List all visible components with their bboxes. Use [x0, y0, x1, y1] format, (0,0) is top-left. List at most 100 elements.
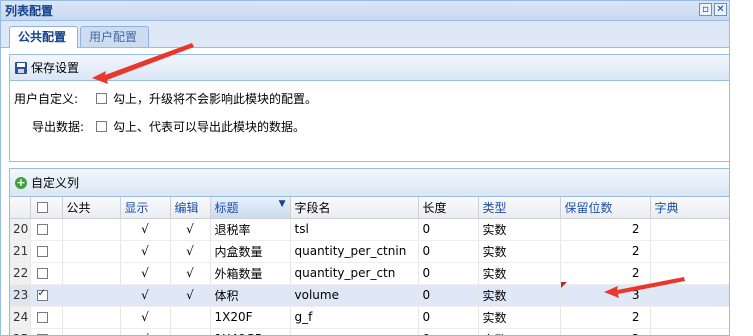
row-number: 25: [10, 328, 31, 335]
cell-type[interactable]: 实数: [478, 328, 561, 335]
cell-dict[interactable]: [650, 328, 729, 335]
row-select-checkbox[interactable]: [36, 268, 48, 279]
cell-edit[interactable]: √: [170, 284, 211, 307]
row-checkbox[interactable]: [30, 240, 63, 263]
save-settings-label: 保存设置: [31, 61, 80, 75]
cell-title[interactable]: 外箱数量: [210, 262, 291, 285]
export-data-label: 导出数据:: [31, 120, 84, 134]
cell-length[interactable]: 0: [418, 240, 479, 263]
cell-length[interactable]: 0: [418, 306, 479, 329]
cell-type[interactable]: 实数: [478, 284, 561, 307]
row-checkbox[interactable]: [30, 284, 63, 307]
cell-show[interactable]: √: [120, 240, 171, 263]
row-checkbox[interactable]: [30, 306, 63, 329]
row-number: 22: [10, 262, 31, 285]
row-number: 24: [10, 306, 31, 329]
row-checkbox[interactable]: [30, 328, 63, 335]
cell-title[interactable]: 退税率: [210, 218, 291, 241]
row-checkbox[interactable]: [30, 262, 63, 285]
save-settings-button[interactable]: 保存设置: [15, 59, 79, 76]
cell-decimals[interactable]: 2: [560, 328, 651, 335]
floppy-disk-icon: [15, 61, 27, 74]
cell-show[interactable]: √: [120, 262, 171, 285]
maximize-icon[interactable]: ▫: [699, 3, 712, 16]
header-rownum: [10, 197, 31, 219]
header-type[interactable]: 类型: [478, 197, 561, 219]
cell-length[interactable]: 0: [418, 284, 479, 307]
window-title-bar: 列表配置 ▫ ✕: [1, 1, 729, 21]
cell-show[interactable]: √: [120, 306, 171, 329]
table-row[interactable]: 24 √ 1X20F g_f 0 实数 2: [10, 306, 729, 329]
custom-columns-header[interactable]: + 自定义列: [10, 169, 729, 197]
cell-length[interactable]: 0: [418, 218, 479, 241]
header-decimals[interactable]: 保留位数: [560, 197, 651, 219]
cell-show[interactable]: √: [120, 218, 171, 241]
sort-dropdown-icon[interactable]: ▼: [279, 199, 286, 209]
cell-type[interactable]: 实数: [478, 240, 561, 263]
cell-field[interactable]: g_gp: [290, 328, 419, 335]
cell-dict[interactable]: [650, 240, 729, 263]
export-data-text: 勾上、代表可以导出此模块的数据。: [113, 120, 306, 134]
tab-public-config[interactable]: 公共配置: [9, 26, 78, 48]
header-dict[interactable]: 字典: [650, 197, 729, 219]
cell-field[interactable]: g_f: [290, 306, 419, 329]
add-circle-icon: +: [15, 175, 27, 189]
row-select-checkbox[interactable]: [36, 312, 48, 323]
cell-type[interactable]: 实数: [478, 218, 561, 241]
window-title: 列表配置: [5, 4, 54, 18]
export-data-checkbox[interactable]: [96, 121, 107, 132]
cell-field[interactable]: tsl: [290, 218, 419, 241]
columns-grid: 公共 显示 编辑 标题 ▼ 字段名 长度 类型 保留位数 字典 20 √ √ 退税率 t…: [10, 197, 729, 335]
cell-field[interactable]: quantity_per_ctn: [290, 262, 419, 285]
cell-dict[interactable]: [650, 218, 729, 241]
close-icon[interactable]: ✕: [714, 3, 727, 16]
cell-field[interactable]: quantity_per_ctnin: [290, 240, 419, 263]
cell-decimals[interactable]: 2: [560, 306, 651, 329]
cell-title[interactable]: 内盒数量: [210, 240, 291, 263]
header-public[interactable]: 公共: [62, 197, 121, 219]
select-all-checkbox[interactable]: [36, 202, 48, 214]
cell-title[interactable]: 1X40GP: [210, 328, 291, 335]
cell-length[interactable]: 0: [418, 262, 479, 285]
header-field[interactable]: 字段名: [290, 197, 419, 219]
cell-edit[interactable]: √: [170, 240, 211, 263]
row-select-checkbox[interactable]: [36, 288, 48, 301]
row-select-checkbox[interactable]: [36, 224, 48, 235]
header-title[interactable]: 标题 ▼: [210, 197, 291, 219]
cell-title[interactable]: 1X20F: [210, 306, 291, 329]
header-edit[interactable]: 编辑: [170, 197, 211, 219]
cell-field[interactable]: volume: [290, 284, 419, 307]
cell-edit[interactable]: [170, 306, 211, 329]
header-select-all[interactable]: [30, 197, 63, 219]
cell-public: [62, 306, 121, 329]
row-number: 20: [10, 218, 31, 241]
cell-dict[interactable]: [650, 306, 729, 329]
cell-show[interactable]: √: [120, 328, 171, 335]
row-number: 21: [10, 240, 31, 263]
cell-title[interactable]: 体积: [210, 284, 291, 307]
cell-public: [62, 284, 121, 307]
row-checkbox[interactable]: [30, 218, 63, 241]
table-row[interactable]: 21 √ √ 内盒数量 quantity_per_ctnin 0 实数 2: [10, 240, 729, 263]
table-row[interactable]: 25 √ 1X40GPg_gp0实数2: [10, 328, 729, 335]
annotation-mark: [561, 282, 567, 288]
cell-show[interactable]: √: [120, 284, 171, 307]
cell-edit[interactable]: √: [170, 262, 211, 285]
custom-config-checkbox[interactable]: [96, 93, 107, 104]
cell-edit[interactable]: √: [170, 218, 211, 241]
cell-type[interactable]: 实数: [478, 306, 561, 329]
table-row[interactable]: 20 √ √ 退税率 tsl 0 实数 2: [10, 218, 729, 241]
cell-public: [62, 262, 121, 285]
cell-edit[interactable]: [170, 328, 211, 335]
cell-type[interactable]: 实数: [478, 262, 561, 285]
header-title-label: 标题: [214, 200, 239, 215]
cell-decimals[interactable]: 2: [560, 218, 651, 241]
cell-length[interactable]: 0: [418, 328, 479, 335]
header-length[interactable]: 长度: [418, 197, 479, 219]
cell-public: [62, 328, 121, 335]
custom-columns-title: 自定义列: [31, 176, 80, 190]
cell-decimals[interactable]: 2: [560, 240, 651, 263]
header-show[interactable]: 显示: [120, 197, 171, 219]
grid-header-row: 公共 显示 编辑 标题 ▼ 字段名 长度 类型 保留位数 字典: [10, 197, 729, 219]
row-select-checkbox[interactable]: [36, 246, 48, 257]
